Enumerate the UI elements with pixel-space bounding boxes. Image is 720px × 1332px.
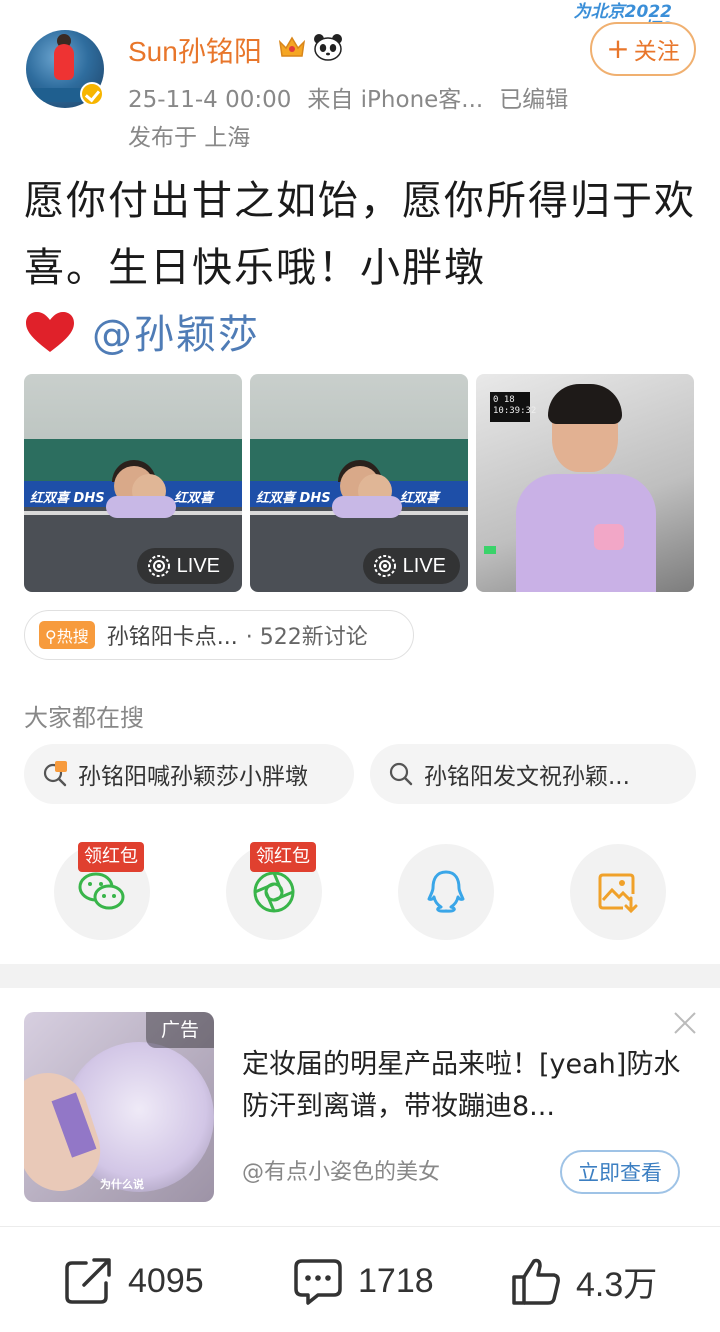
like-button[interactable]: 4.3万	[510, 1254, 657, 1308]
share-qq-button[interactable]	[398, 844, 494, 940]
post-location: 发布于 上海	[128, 125, 251, 151]
post-source: 来自 iPhone客...	[307, 87, 484, 113]
live-badge[interactable]: LIVE	[362, 548, 460, 584]
gym-clock: 0 18 10:39:32	[490, 392, 536, 422]
divider-line	[0, 1226, 720, 1227]
hot-search-icon	[43, 761, 67, 787]
search-icon: ⚲	[45, 627, 57, 646]
like-count: 4.3万	[576, 1265, 658, 1304]
repost-button[interactable]: 4095	[62, 1254, 204, 1308]
heart-icon	[26, 312, 74, 352]
shirt-logo	[594, 524, 624, 550]
ad-author[interactable]: @有点小姿色的美女	[242, 1154, 440, 1186]
moments-icon	[253, 871, 295, 913]
redpack-badge: 领红包	[250, 842, 316, 872]
edited-label[interactable]: 已编辑	[499, 87, 568, 113]
ad-view-button[interactable]: 立即查看	[560, 1150, 680, 1194]
board-text: 红双喜 DHS	[30, 490, 105, 506]
follow-label: 关注	[633, 39, 680, 65]
exit-sign	[484, 546, 496, 554]
hot-tag-label: 热搜	[56, 627, 89, 646]
live-icon	[147, 555, 170, 577]
thumbs-up-icon	[512, 1258, 560, 1305]
hot-search-pill[interactable]: ⚲热搜 孙铭阳卡点... · 522新讨论	[24, 610, 414, 660]
username[interactable]: Sun孙铭阳	[128, 30, 262, 70]
chip-label: 孙铭阳喊孙颖莎小胖墩	[78, 764, 308, 790]
post-image-3[interactable]: 0 18 10:39:32	[476, 374, 694, 592]
comment-button[interactable]: 1718	[292, 1254, 434, 1308]
post-text: 愿你付出甘之如饴，愿你所得归于欢喜。生日快乐哦！小胖墩 @孙颖莎	[24, 168, 704, 369]
save-image-icon	[598, 873, 638, 914]
panda-icon	[314, 34, 342, 61]
ad-tag: 广告	[146, 1012, 214, 1048]
board-text: 红双喜 DHS	[256, 490, 331, 506]
post-meta: 25-11-4 00:00 来自 iPhone客... 已编辑	[128, 80, 584, 114]
search-icon	[389, 762, 413, 786]
hot-search-tag: ⚲热搜	[39, 621, 95, 649]
post-timestamp: 25-11-4 00:00	[128, 87, 292, 113]
post-image-1[interactable]: 红双喜 DHS 红双喜 DHS LIVE	[24, 374, 242, 592]
chip-label: 孙铭阳发文祝孙颖...	[424, 764, 630, 790]
repost-count: 4095	[128, 1261, 204, 1300]
live-icon	[373, 555, 396, 577]
follow-button[interactable]: + 关注	[590, 22, 696, 76]
hot-search-text: 孙铭阳卡点...	[106, 625, 238, 650]
post-image-2[interactable]: 红双喜 DHS 红双喜 DHS LIVE	[250, 374, 468, 592]
avatar-figure	[54, 44, 74, 80]
post-body: 愿你付出甘之如饴，愿你所得归于欢喜。生日快乐哦！小胖墩	[24, 178, 696, 291]
person-hair	[548, 384, 622, 424]
live-label: LIVE	[176, 554, 220, 577]
related-search-chip[interactable]: 孙铭阳喊孙颖莎小胖墩	[24, 744, 354, 804]
person-shirt	[106, 496, 176, 518]
plus-icon: +	[606, 32, 630, 65]
verified-badge-icon	[80, 82, 104, 106]
redpack-badge: 领红包	[78, 842, 144, 872]
close-icon[interactable]	[672, 1010, 698, 1036]
save-image-button[interactable]	[570, 844, 666, 940]
comment-count: 1718	[358, 1261, 434, 1300]
live-label: LIVE	[402, 554, 446, 577]
qq-icon	[427, 870, 465, 913]
hot-search-count: · 522新讨论	[245, 625, 368, 650]
ad-caption: 为什么说	[100, 1178, 144, 1191]
ad-title[interactable]: 定妆届的明星产品来啦！[yeah]防水防汗到离谱，带妆蹦迪8...	[242, 1044, 682, 1128]
crown-icon	[278, 36, 306, 57]
mention-link[interactable]: @孙颖莎	[92, 312, 260, 358]
related-search-chip[interactable]: 孙铭阳发文祝孙颖...	[370, 744, 696, 804]
person-shirt	[332, 496, 402, 518]
live-badge[interactable]: LIVE	[136, 548, 234, 584]
wechat-icon	[78, 872, 125, 910]
comment-icon	[294, 1259, 342, 1305]
repost-icon	[65, 1258, 111, 1304]
ad-image[interactable]: 广告 为什么说	[24, 1012, 214, 1202]
related-search-title: 大家都在搜	[24, 704, 144, 732]
section-divider	[0, 964, 720, 988]
person-shirt	[516, 474, 656, 592]
